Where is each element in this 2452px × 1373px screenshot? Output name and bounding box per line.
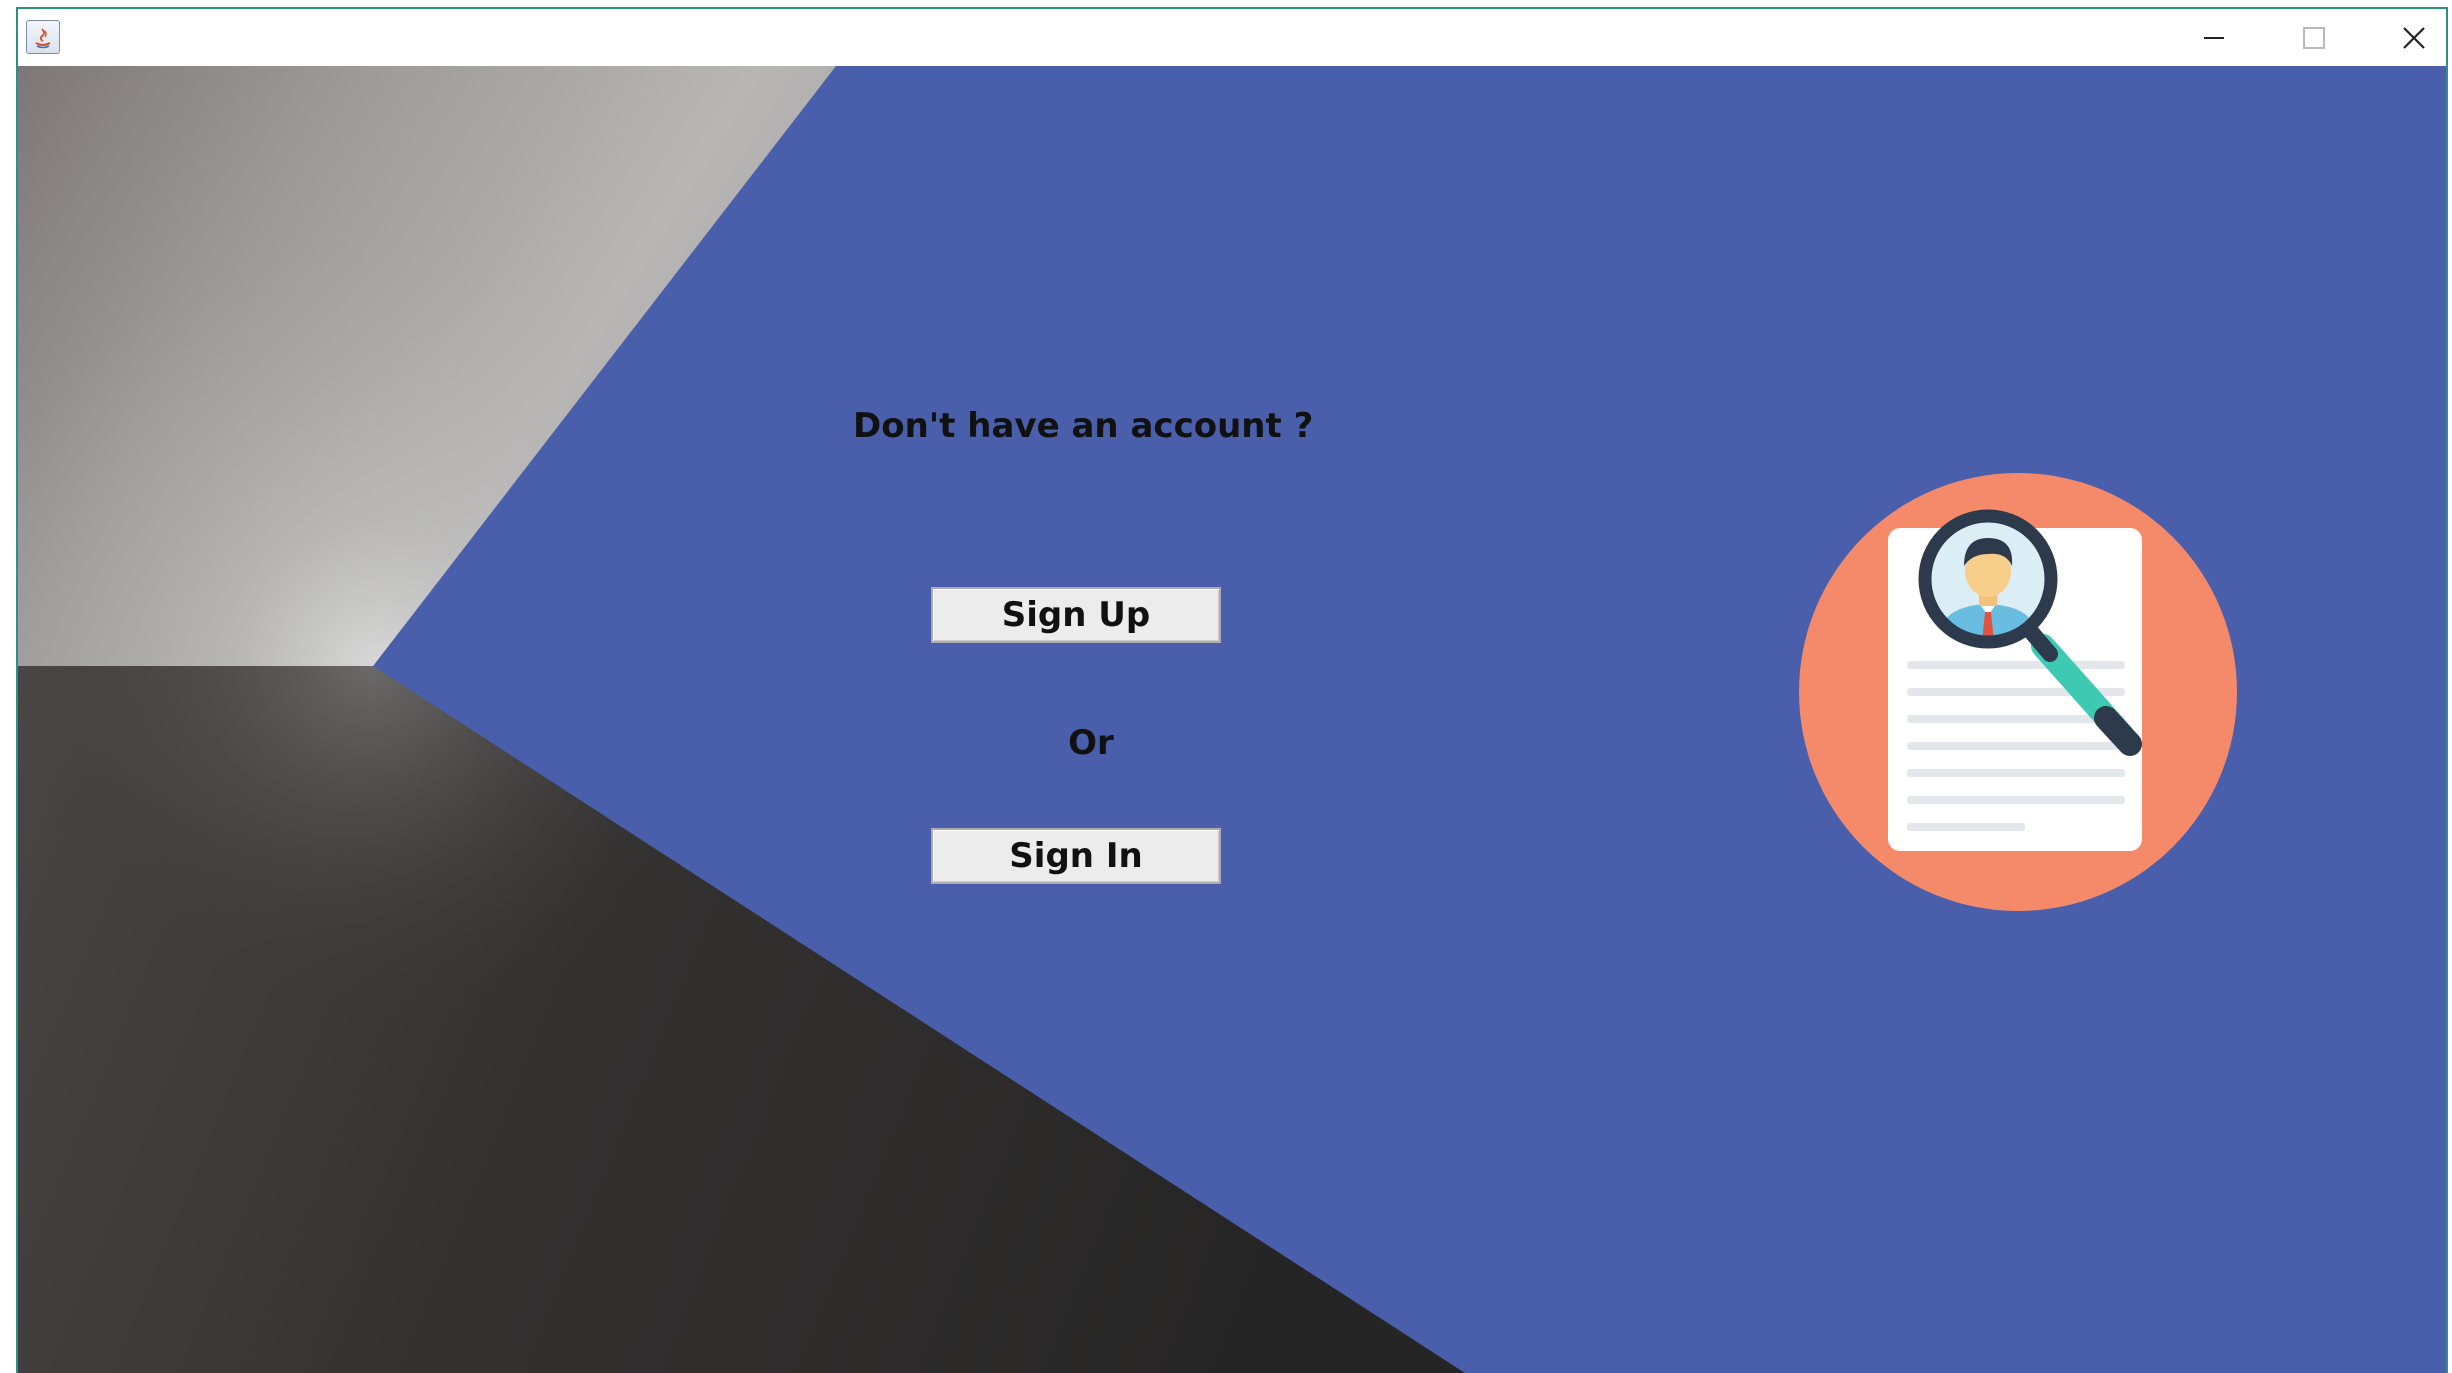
- minimize-icon: [2204, 37, 2224, 39]
- no-account-prompt: Don't have an account ?: [853, 406, 1314, 446]
- content-panel: Don't have an account ? Sign Up Or Sign …: [18, 66, 2446, 1373]
- app-window: Don't have an account ? Sign Up Or Sign …: [16, 7, 2448, 1373]
- java-app-icon: [26, 20, 60, 54]
- or-separator: Or: [1068, 723, 1114, 763]
- maximize-button[interactable]: [2264, 9, 2364, 66]
- minimize-button[interactable]: [2164, 9, 2264, 66]
- sign-up-button[interactable]: Sign Up: [931, 587, 1221, 643]
- close-icon: [2403, 27, 2425, 49]
- sign-in-button[interactable]: Sign In: [931, 828, 1221, 884]
- profile-search-icon: [1799, 473, 2237, 911]
- title-bar[interactable]: [18, 9, 2446, 66]
- close-button[interactable]: [2364, 9, 2446, 66]
- maximize-icon: [2303, 27, 2325, 49]
